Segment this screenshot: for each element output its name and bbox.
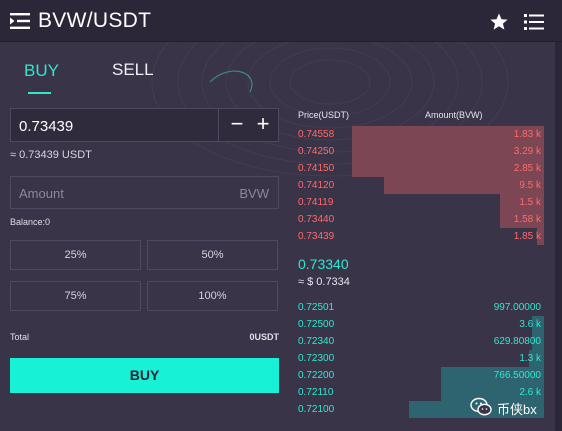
ask-price: 0.73439 — [298, 231, 335, 242]
bid-row[interactable]: 0.72340 629.80800 — [298, 333, 544, 350]
percent-100-button[interactable]: 100% — [147, 281, 278, 311]
wechat-icon — [470, 397, 492, 416]
bid-amount: 766.50000 — [493, 370, 541, 381]
bid-price: 0.72340 — [298, 336, 335, 347]
price-input[interactable]: 0.73439 − + — [10, 108, 279, 142]
bid-row[interactable]: 0.72500 3.6 k — [298, 316, 544, 333]
ask-price: 0.73440 — [298, 214, 335, 225]
ask-row[interactable]: 0.74150 2.85 k — [298, 160, 544, 177]
ask-amount: 1.58 k — [513, 214, 541, 225]
ask-row[interactable]: 0.73439 1.85 k — [298, 228, 544, 245]
increase-price-button[interactable]: + — [251, 111, 275, 139]
percent-50-button[interactable]: 50% — [147, 240, 278, 270]
ask-row[interactable]: 0.74120 9.5 k — [298, 177, 544, 194]
total-label: Total — [10, 332, 30, 342]
star-icon[interactable] — [489, 12, 509, 32]
ask-row[interactable]: 0.74558 1.83 k — [298, 126, 544, 143]
bid-amount: 629.80800 — [493, 336, 541, 347]
ask-price: 0.74120 — [298, 180, 335, 191]
ask-amount: 9.5 k — [519, 180, 541, 191]
ask-amount: 2.85 k — [513, 163, 541, 174]
bid-amount: 997.00000 — [493, 302, 541, 313]
bid-price: 0.72500 — [298, 319, 335, 330]
bid-price: 0.72501 — [298, 302, 335, 313]
amount-placeholder: Amount — [19, 186, 64, 201]
ask-row[interactable]: 0.74119 1.5 k — [298, 194, 544, 211]
ask-amount: 3.29 k — [513, 146, 541, 157]
total-value: 0USDT — [249, 332, 279, 342]
last-price: 0.73340 — [298, 256, 349, 272]
ask-price: 0.74119 — [298, 197, 334, 208]
orderbook-price-header: Price(USDT) — [298, 110, 349, 120]
bid-price: 0.72200 — [298, 370, 335, 381]
price-approx: ≈ 0.73439 USDT — [10, 149, 92, 161]
bid-row[interactable]: 0.72200 766.50000 — [298, 367, 544, 384]
bid-price: 0.72300 — [298, 353, 335, 364]
ask-price: 0.74558 — [298, 129, 335, 140]
tab-buy[interactable]: BUY — [24, 61, 59, 81]
tab-sell[interactable]: SELL — [112, 60, 154, 80]
bid-amount: 1.3 k — [519, 353, 541, 364]
balance-label: Balance:0 — [10, 217, 51, 227]
watermark-text: 币侠bx — [497, 402, 537, 417]
decrease-price-button[interactable]: − — [225, 111, 249, 139]
watermark: 币侠bx — [470, 396, 550, 418]
top-bar: BVW/USDT — [0, 0, 562, 42]
list-icon[interactable] — [524, 13, 544, 31]
ask-price: 0.74150 — [298, 163, 335, 174]
bid-amount: 3.6 k — [519, 319, 541, 330]
last-price-fiat: ≈ $ 0.7334 — [298, 276, 350, 288]
bid-row[interactable]: 0.72501 997.00000 — [298, 299, 544, 316]
scroll-edge — [555, 42, 562, 431]
ask-price: 0.74250 — [298, 146, 335, 157]
active-tab-indicator — [28, 92, 51, 94]
divider — [218, 109, 219, 141]
amount-input[interactable]: Amount BVW — [10, 176, 279, 209]
ask-amount: 1.5 k — [519, 197, 541, 208]
menu-collapse-icon[interactable] — [10, 13, 30, 29]
bid-price: 0.72110 — [298, 387, 334, 398]
buy-button[interactable]: BUY — [10, 358, 279, 393]
price-value[interactable]: 0.73439 — [19, 118, 73, 135]
percent-75-button[interactable]: 75% — [10, 281, 141, 311]
pair-title: BVW/USDT — [38, 9, 152, 32]
bid-row[interactable]: 0.72300 1.3 k — [298, 350, 544, 367]
ask-row[interactable]: 0.73440 1.58 k — [298, 211, 544, 228]
ask-amount: 1.85 k — [513, 231, 541, 242]
ask-amount: 1.83 k — [513, 129, 541, 140]
percent-25-button[interactable]: 25% — [10, 240, 141, 270]
ask-row[interactable]: 0.74250 3.29 k — [298, 143, 544, 160]
orderbook-amount-header: Amount(BVW) — [425, 110, 483, 120]
bid-price: 0.72100 — [298, 404, 335, 415]
amount-unit: BVW — [239, 186, 269, 201]
